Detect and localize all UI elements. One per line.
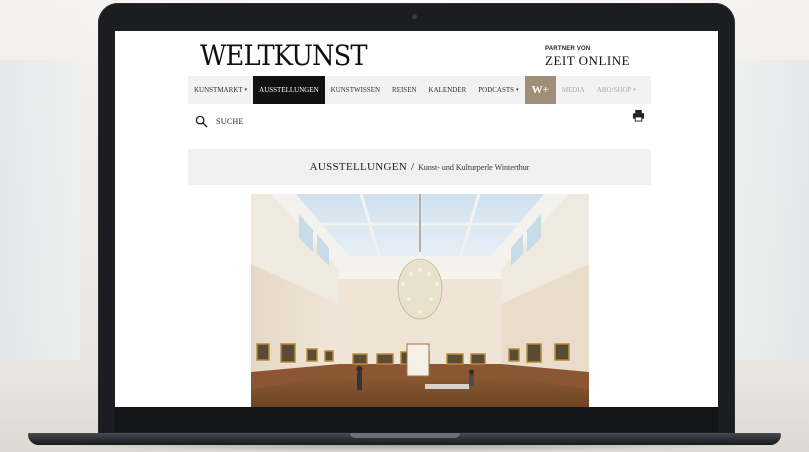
- nav-item-label: PODCASTS: [478, 86, 515, 94]
- nav-item-label: KUNSTMARKT: [194, 86, 243, 94]
- section-header: AUSSTELLUNGEN / Kunst- und Kulturperle W…: [188, 149, 651, 185]
- nav-item-label: KUNSTWISSEN: [330, 86, 381, 94]
- nav-item-label: REISEN: [392, 86, 417, 94]
- nav-item-abo-shop[interactable]: ABO/SHOP ▾: [591, 76, 642, 104]
- nav-item-label: W+: [531, 84, 549, 96]
- section-title[interactable]: AUSSTELLUNGEN: [310, 161, 407, 173]
- nav-item-reisen[interactable]: REISEN: [386, 76, 423, 104]
- hero-image: [251, 194, 589, 407]
- nav-item-kunstwissen[interactable]: KUNSTWISSEN: [325, 76, 386, 104]
- nav-item-label: AUSSTELLUNGEN: [259, 86, 319, 94]
- nav-item-kunstmarkt[interactable]: KUNSTMARKT ▾: [188, 76, 253, 104]
- nav-item-ausstellungen[interactable]: AUSSTELLUNGEN: [253, 76, 325, 104]
- main-nav: KUNSTMARKT ▾ AUSSTELLUNGEN KUNSTWISSEN R…: [188, 76, 651, 104]
- partner-block[interactable]: PARTNER VON ZEIT ONLINE: [545, 46, 655, 69]
- nav-item-wplus[interactable]: W+: [524, 76, 556, 104]
- nav-item-kalender[interactable]: KALENDER: [423, 76, 473, 104]
- chevron-down-icon: ▾: [633, 88, 636, 93]
- article-title: Kunst- und Kulturperle Winterthur: [418, 162, 530, 172]
- background-wall-right: [729, 60, 809, 360]
- nav-item-media[interactable]: MEDIA: [556, 76, 591, 104]
- printer-icon[interactable]: [632, 109, 645, 122]
- nav-item-label: ABO/SHOP: [596, 86, 632, 94]
- chevron-down-icon: ▾: [516, 88, 519, 93]
- search-row[interactable]: SUCHE: [195, 109, 645, 129]
- laptop-shadow: [60, 445, 750, 452]
- laptop-opening-notch: [350, 433, 460, 438]
- webcam: [412, 14, 417, 19]
- search-label[interactable]: SUCHE: [216, 117, 244, 126]
- nav-item-podcasts[interactable]: PODCASTS ▾: [472, 76, 524, 104]
- section-separator: /: [411, 161, 415, 173]
- nav-item-label: KALENDER: [428, 86, 467, 94]
- partner-brand: ZEIT ONLINE: [545, 53, 631, 68]
- screen-bezel-bottom: [115, 407, 718, 432]
- search-icon[interactable]: [195, 115, 208, 128]
- chevron-down-icon: ▾: [244, 88, 248, 93]
- gallery-room-photo: [251, 194, 589, 407]
- site-logo[interactable]: WELTKUNST: [200, 39, 368, 72]
- background-wall-left: [0, 60, 80, 360]
- partner-label: PARTNER VON: [545, 46, 591, 52]
- laptop-screen: WELTKUNST PARTNER VON ZEIT ONLINE KUNSTM…: [115, 31, 718, 407]
- nav-item-label: MEDIA: [561, 86, 585, 94]
